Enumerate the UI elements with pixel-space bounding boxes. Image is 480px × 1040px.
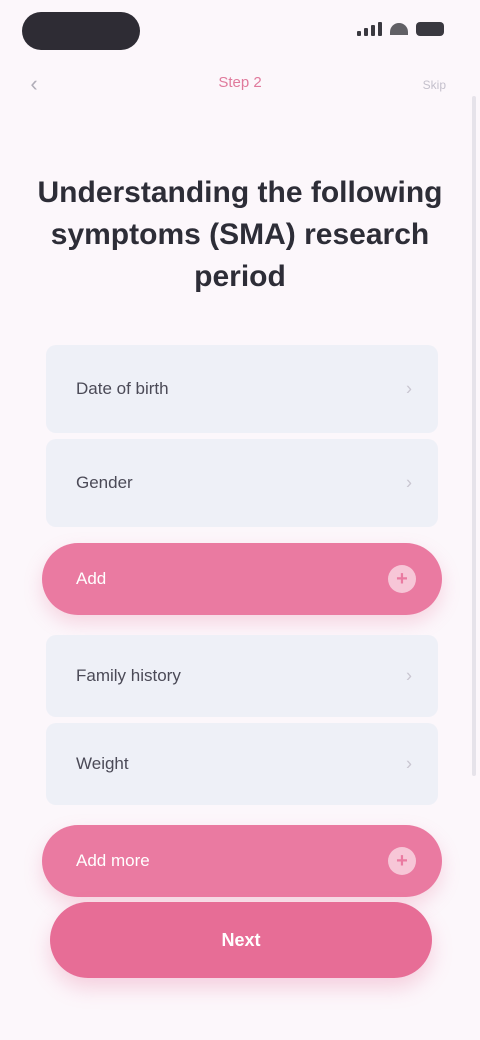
chevron-right-icon: › xyxy=(406,472,412,493)
chevron-right-icon: › xyxy=(406,753,412,774)
weight-field[interactable]: Weight › xyxy=(46,723,438,805)
next-button[interactable]: Next xyxy=(50,902,432,978)
field-label: Gender xyxy=(76,473,133,492)
plus-icon: + xyxy=(388,847,416,875)
scrollbar[interactable] xyxy=(472,96,476,776)
page-title: Understanding the following symptoms (SM… xyxy=(37,176,443,293)
add-more-label: Add more xyxy=(76,851,150,870)
plus-icon: + xyxy=(388,565,416,593)
field-label: Weight xyxy=(76,754,129,773)
signal-icon xyxy=(357,22,382,36)
add-row-button[interactable]: Add + xyxy=(42,543,442,615)
dynamic-island xyxy=(22,12,140,50)
date-of-birth-field[interactable]: Date of birth › xyxy=(46,345,438,433)
form: Date of birth › Gender › Add + Family hi… xyxy=(42,345,442,897)
family-history-field[interactable]: Family history › xyxy=(46,635,438,717)
battery-icon xyxy=(416,22,444,36)
skip-link[interactable]: Skip xyxy=(423,78,446,92)
wifi-icon xyxy=(390,23,408,35)
gender-field[interactable]: Gender › xyxy=(46,439,438,527)
add-more-button[interactable]: Add more + xyxy=(42,825,442,897)
status-bar xyxy=(0,0,480,60)
nav-title: Step 2 xyxy=(218,74,262,91)
status-icons xyxy=(357,22,444,36)
add-row-label: Add xyxy=(76,569,107,588)
navigation-bar: ‹ Step 2 Skip xyxy=(0,64,480,104)
chevron-right-icon: › xyxy=(406,378,412,399)
field-label: Family history xyxy=(76,666,181,685)
chevron-right-icon: › xyxy=(406,665,412,686)
field-label: Date of birth xyxy=(76,379,169,398)
